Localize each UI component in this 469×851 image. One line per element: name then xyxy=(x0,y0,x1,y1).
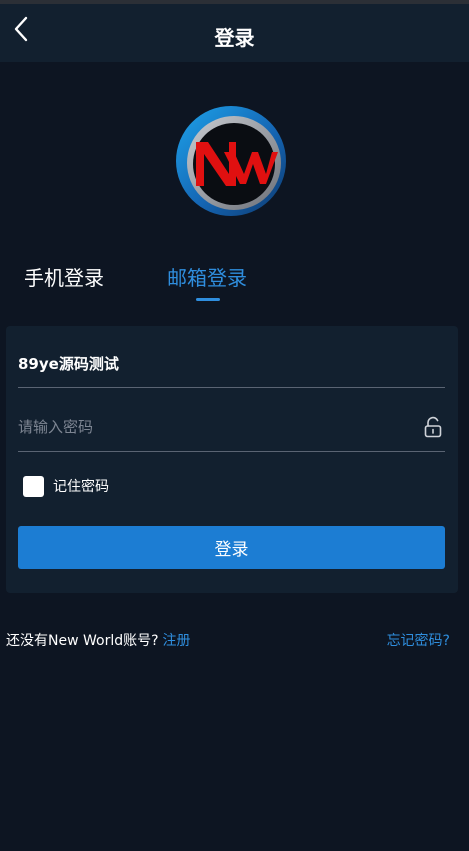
login-tabs: 手机登录 邮箱登录 xyxy=(0,262,469,306)
app-header: 登录 xyxy=(0,4,469,62)
remember-password[interactable]: 记住密码 xyxy=(23,474,109,498)
tab-email-login[interactable]: 邮箱登录 xyxy=(167,262,247,291)
show-password-button[interactable] xyxy=(423,416,445,440)
logo xyxy=(174,104,288,218)
unlock-icon xyxy=(424,416,442,438)
active-tab-indicator xyxy=(196,298,220,301)
no-account-prompt: 还没有New World账号? 注册 xyxy=(6,630,191,650)
password-field xyxy=(18,406,445,452)
remember-checkbox[interactable] xyxy=(23,475,44,497)
forgot-password-link[interactable]: 忘记密码? xyxy=(387,630,450,650)
page-title: 登录 xyxy=(214,26,255,50)
account-input[interactable] xyxy=(18,348,418,378)
footer-links: 还没有New World账号? 注册 忘记密码? xyxy=(6,630,450,650)
new-world-logo xyxy=(176,106,286,216)
login-button[interactable]: 登录 xyxy=(18,526,445,569)
password-input[interactable] xyxy=(18,412,418,442)
tab-phone-login[interactable]: 手机登录 xyxy=(24,262,104,291)
no-account-text: 还没有New World账号? xyxy=(6,633,159,649)
login-form: 记住密码 登录 xyxy=(6,326,458,593)
account-field xyxy=(18,342,445,388)
remember-label: 记住密码 xyxy=(53,479,109,495)
register-link[interactable]: 注册 xyxy=(163,633,191,649)
